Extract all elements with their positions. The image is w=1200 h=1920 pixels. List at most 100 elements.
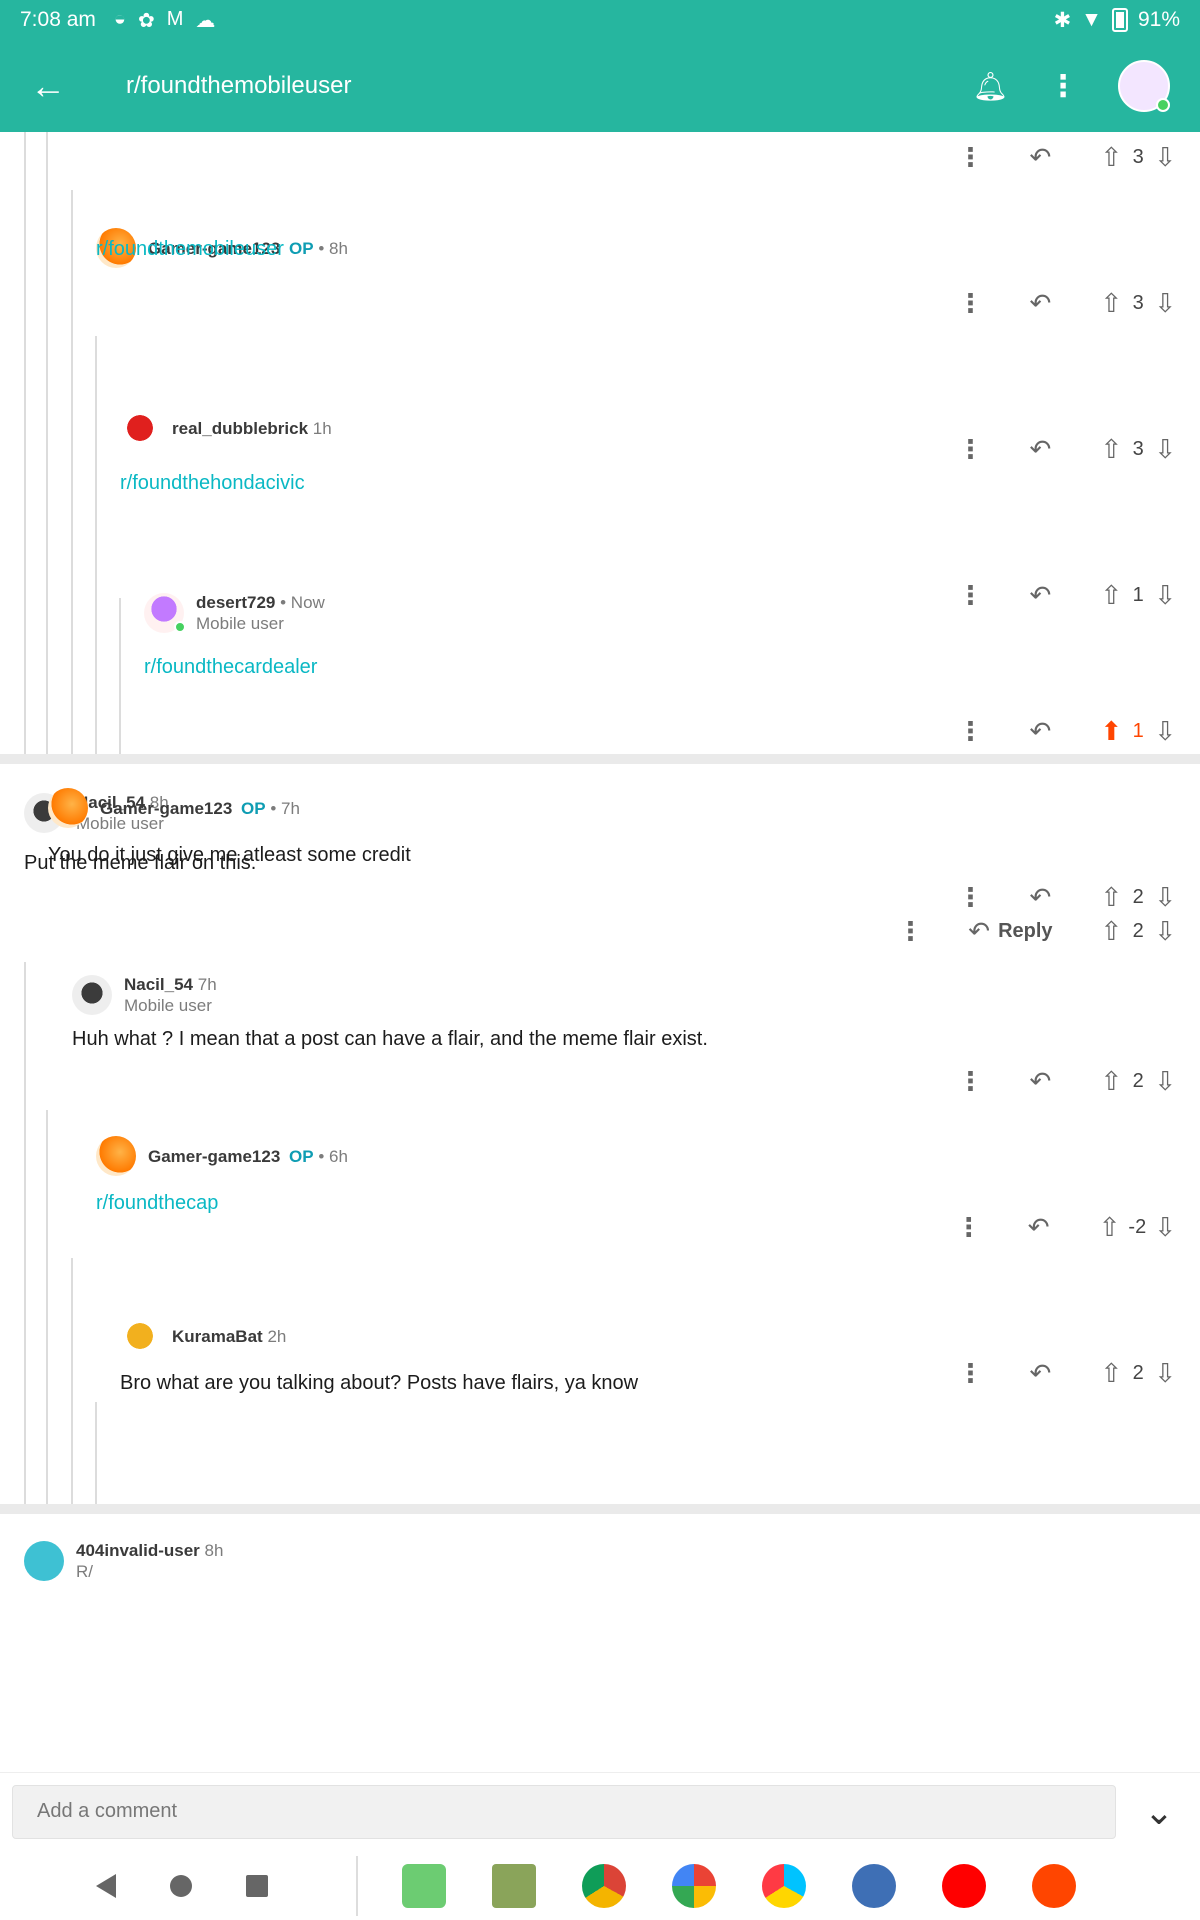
reply-icon[interactable]: ↶ [1000,716,1080,747]
downvote-icon[interactable]: ⇩ [1154,288,1176,319]
comment-body[interactable]: r/foundthecap [96,1192,218,1215]
upvote-icon[interactable]: ⇧ [1100,1066,1122,1097]
thread-line[interactable] [71,190,73,754]
reply-icon[interactable]: ↶ [1000,1066,1080,1097]
more-options-icon[interactable]: ⋮ [940,716,1000,747]
comment-thread[interactable]: ⋮ ↶ ⇧ 3 ⇩ Gamer-game123 OP • 8h r/foundt… [0,132,1200,1772]
play-store-app-icon[interactable] [762,1864,806,1908]
user-avatar[interactable] [1118,60,1170,112]
comment-actions: ⋮ ↶ ⇧ 2 ⇩ [940,1358,1176,1389]
comment-header: KuramaBat 2h [120,1316,286,1356]
back-arrow-icon[interactable]: ← [30,65,90,107]
downvote-icon[interactable]: ⇩ [1154,916,1176,947]
more-options-icon[interactable]: ⋮ [940,288,1000,319]
username[interactable]: real_dubblebrick [172,419,308,438]
game-app-icon[interactable] [492,1864,536,1908]
comment-body[interactable]: r/foundthecardealer [144,656,317,679]
reply-button[interactable]: ↶ Reply [940,916,1080,947]
more-options-icon[interactable]: ⋮ [940,1066,1000,1097]
home-nav-icon[interactable] [170,1875,192,1897]
upvote-icon[interactable]: ⇧ [1100,434,1122,465]
more-options-icon[interactable]: ⋮ [940,882,1000,913]
comment-body: Huh what ? I mean that a post can have a… [72,1028,708,1050]
reply-icon[interactable]: ↶ [1000,882,1080,913]
more-menu-icon[interactable]: ⋮ [1048,69,1078,104]
avatar[interactable] [120,408,160,448]
comment-header: real_dubblebrick 1h [120,408,332,448]
downvote-icon[interactable]: ⇩ [1154,1358,1176,1389]
calculator-app-icon[interactable] [402,1864,446,1908]
username[interactable]: 404invalid-user [76,1541,200,1560]
comment-header: 404invalid-user 8h R/ [24,1540,223,1582]
thread-line[interactable] [46,1110,48,1504]
username[interactable]: Nacil_54 [124,975,193,994]
downvote-icon[interactable]: ⇩ [1154,1212,1176,1243]
reply-icon[interactable]: ↶ [1000,288,1080,319]
username[interactable]: Gamer-game123 [148,1147,280,1166]
username[interactable]: desert729 [196,593,275,612]
battery-icon [1111,8,1128,32]
gmail-icon: M [166,7,184,30]
upvote-icon[interactable]: ⇧ [1099,1212,1121,1243]
avatar[interactable] [144,593,186,633]
comment-actions: ⋮ ↶ ⇧ 3 ⇩ [940,142,1176,173]
thread-line[interactable] [71,1258,73,1504]
upvote-icon[interactable]: ⇧ [1100,580,1122,611]
comment-body[interactable]: r/foundthehondacivic [120,472,305,495]
avatar[interactable] [120,1316,160,1356]
downvote-icon[interactable]: ⇩ [1154,716,1176,747]
chrome-app-icon[interactable] [582,1864,626,1908]
thread-line[interactable] [95,336,97,754]
online-indicator [1156,98,1170,112]
upvote-icon[interactable]: ⇧ [1100,1358,1122,1389]
bluetooth-icon: ✱ [1053,8,1072,32]
ibis-paint-app-icon[interactable] [852,1864,896,1908]
upvote-icon[interactable]: ⇧ [1100,882,1122,913]
upvote-icon[interactable]: ⇧ [1100,288,1122,319]
back-nav-icon[interactable] [96,1874,116,1898]
username[interactable]: KuramaBat [172,1327,263,1346]
more-options-icon[interactable]: ⋮ [939,1212,999,1243]
username[interactable]: Gamer-game123 [100,799,232,818]
avatar[interactable] [24,1541,64,1581]
reddit-app-icon[interactable] [1032,1864,1076,1908]
reply-icon[interactable]: ↶ [999,1212,1079,1243]
avatar[interactable] [48,788,88,828]
reply-icon[interactable]: ↶ [1000,142,1080,173]
downvote-icon[interactable]: ⇩ [1154,580,1176,611]
thread-line[interactable] [95,1402,97,1504]
downvote-icon[interactable]: ⇩ [1154,882,1176,913]
reply-icon[interactable]: ↶ [1000,1358,1080,1389]
upvote-icon[interactable]: ⇧ [1100,916,1122,947]
reply-icon[interactable]: ↶ [1000,434,1080,465]
comment-time: 1h [312,418,332,438]
more-options-icon[interactable]: ⋮ [940,142,1000,173]
collapse-comments-icon[interactable]: ⌄ [1132,1785,1186,1839]
reply-icon[interactable]: ↶ [1000,580,1080,611]
recents-nav-icon[interactable] [246,1875,268,1897]
downvote-icon[interactable]: ⇩ [1154,142,1176,173]
thread-separator [0,754,1200,764]
more-options-icon[interactable]: ⋮ [940,580,1000,611]
upvote-icon[interactable]: ⇧ [1100,142,1122,173]
avatar[interactable] [72,975,112,1015]
thread-line[interactable] [24,132,26,754]
more-options-icon[interactable]: ⋮ [940,434,1000,465]
thread-separator [0,1504,1200,1514]
thread-line[interactable] [46,132,48,754]
add-comment-input[interactable]: Add a comment [12,1785,1116,1839]
bell-icon[interactable]: 🔔︎ [972,70,1008,103]
downvote-icon[interactable]: ⇩ [1154,434,1176,465]
more-options-icon[interactable]: ⋮ [940,1358,1000,1389]
comment-actions: ⋮ ↶ ⇧ 2 ⇩ [940,1066,1176,1097]
downvote-icon[interactable]: ⇩ [1154,1066,1176,1097]
thread-line[interactable] [24,962,26,1504]
photos-app-icon[interactable] [672,1864,716,1908]
more-options-icon[interactable]: ⋮ [880,916,940,947]
youtube-app-icon[interactable] [942,1864,986,1908]
thread-line[interactable] [119,598,121,754]
comment-body[interactable]: r/foundthemobileuser [96,238,284,261]
upvote-icon[interactable]: ⬆ [1100,716,1122,747]
vote-score: 1 [1132,720,1144,742]
avatar[interactable] [96,1136,136,1176]
